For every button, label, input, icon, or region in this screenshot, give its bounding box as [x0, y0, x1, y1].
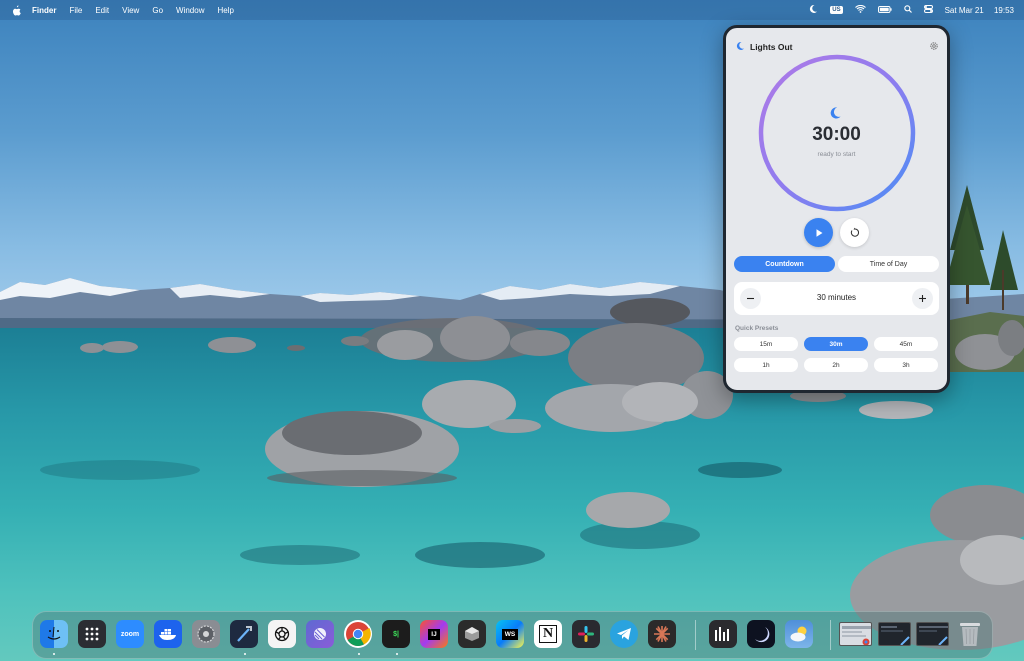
- terminal-icon[interactable]: $|: [382, 620, 410, 648]
- preset-15m[interactable]: 15m: [734, 337, 798, 351]
- webstorm-icon[interactable]: WS: [496, 620, 524, 648]
- timer-status: ready to start: [817, 151, 856, 158]
- cursor-icon[interactable]: [458, 620, 486, 648]
- menu-edit[interactable]: Edit: [95, 6, 109, 15]
- minimized-window-thumbnail[interactable]: [916, 622, 949, 646]
- menu-window[interactable]: Window: [176, 6, 204, 15]
- tab-time-of-day[interactable]: Time of Day: [838, 256, 939, 272]
- duration-stepper: 30 minutes: [734, 282, 939, 315]
- menu-view[interactable]: View: [122, 6, 139, 15]
- running-indicator: [396, 653, 398, 655]
- popover-title: Lights Out: [750, 42, 793, 52]
- intellij-label: IJ: [428, 628, 440, 640]
- audio-bars-icon[interactable]: [709, 620, 737, 648]
- launchpad-icon[interactable]: [78, 620, 106, 648]
- timer-moon-icon: [828, 106, 842, 120]
- search-icon[interactable]: [903, 5, 912, 15]
- webstorm-label: WS: [501, 628, 519, 640]
- notion-icon[interactable]: N: [534, 620, 562, 648]
- quick-presets-label: Quick Presets: [735, 325, 779, 332]
- slack-icon[interactable]: [572, 620, 600, 648]
- timer-display: 30:00: [812, 124, 861, 145]
- plus-icon: [919, 295, 926, 302]
- preset-2h[interactable]: 2h: [804, 358, 868, 372]
- running-indicator: [244, 653, 246, 655]
- menu-bar-clock[interactable]: Sat Mar 21 19:53: [945, 6, 1014, 15]
- minimized-window-thumbnail[interactable]: [839, 622, 872, 646]
- weather-icon[interactable]: [785, 620, 813, 648]
- tab-countdown[interactable]: Countdown: [734, 256, 835, 272]
- lights-out-popover: Lights Out 30:00 ready to start Countdow…: [723, 25, 950, 393]
- app-moon-icon: [735, 38, 745, 56]
- menu-bar-status-area: US Sat Mar 21 19:53: [796, 0, 1014, 20]
- menu-file[interactable]: File: [69, 6, 82, 15]
- trash-icon[interactable]: [956, 620, 984, 648]
- xcode-icon[interactable]: [230, 620, 258, 648]
- finder-icon[interactable]: [40, 620, 68, 648]
- chatgpt-icon[interactable]: [268, 620, 296, 648]
- linear-icon[interactable]: [306, 620, 334, 648]
- chrome-icon[interactable]: [344, 620, 372, 648]
- lights-out-moon-icon[interactable]: [747, 620, 775, 648]
- dock-separator: [695, 620, 696, 650]
- preset-30m[interactable]: 30m: [804, 337, 868, 351]
- keyboard-input-icon[interactable]: US: [830, 6, 843, 14]
- reset-icon: [850, 227, 860, 237]
- preset-45m[interactable]: 45m: [874, 337, 938, 351]
- intellij-icon[interactable]: IJ: [420, 620, 448, 648]
- menu-bar: Finder File Edit View Go Window Help US …: [0, 0, 1024, 20]
- increase-button[interactable]: [912, 288, 933, 309]
- terminal-label: $|: [393, 630, 399, 638]
- duration-value: 30 minutes: [816, 293, 857, 302]
- settings-icon[interactable]: [192, 620, 220, 648]
- dock-separator: [830, 620, 831, 650]
- app-menu-finder[interactable]: Finder: [32, 6, 56, 15]
- lights-out-moon-icon[interactable]: [808, 4, 818, 16]
- minimized-window-thumbnail[interactable]: [878, 622, 911, 646]
- running-indicator: [358, 653, 360, 655]
- zoom-icon[interactable]: zoom: [116, 620, 144, 648]
- reset-button[interactable]: [840, 218, 869, 247]
- gear-icon[interactable]: [929, 38, 939, 50]
- claude-icon[interactable]: [648, 620, 676, 648]
- play-button[interactable]: [804, 218, 833, 247]
- apple-menu-icon[interactable]: [12, 4, 22, 16]
- telegram-icon[interactable]: [610, 620, 638, 648]
- clock-date: Sat Mar 21: [944, 5, 984, 15]
- battery-icon[interactable]: [877, 5, 892, 15]
- clock-time: 19:53: [993, 5, 1014, 15]
- menu-go[interactable]: Go: [152, 6, 163, 15]
- dock: zoom $| IJ WS N: [32, 611, 993, 659]
- running-indicator: [53, 653, 55, 655]
- docker-icon[interactable]: [154, 620, 182, 648]
- notion-label: N: [538, 625, 558, 643]
- preset-1h[interactable]: 1h: [734, 358, 798, 372]
- control-center-icon[interactable]: [923, 5, 933, 15]
- preset-3h[interactable]: 3h: [874, 358, 938, 372]
- play-icon: [816, 228, 822, 237]
- menu-help[interactable]: Help: [217, 6, 233, 15]
- wifi-icon[interactable]: [854, 4, 866, 15]
- zoom-label: zoom: [120, 630, 140, 638]
